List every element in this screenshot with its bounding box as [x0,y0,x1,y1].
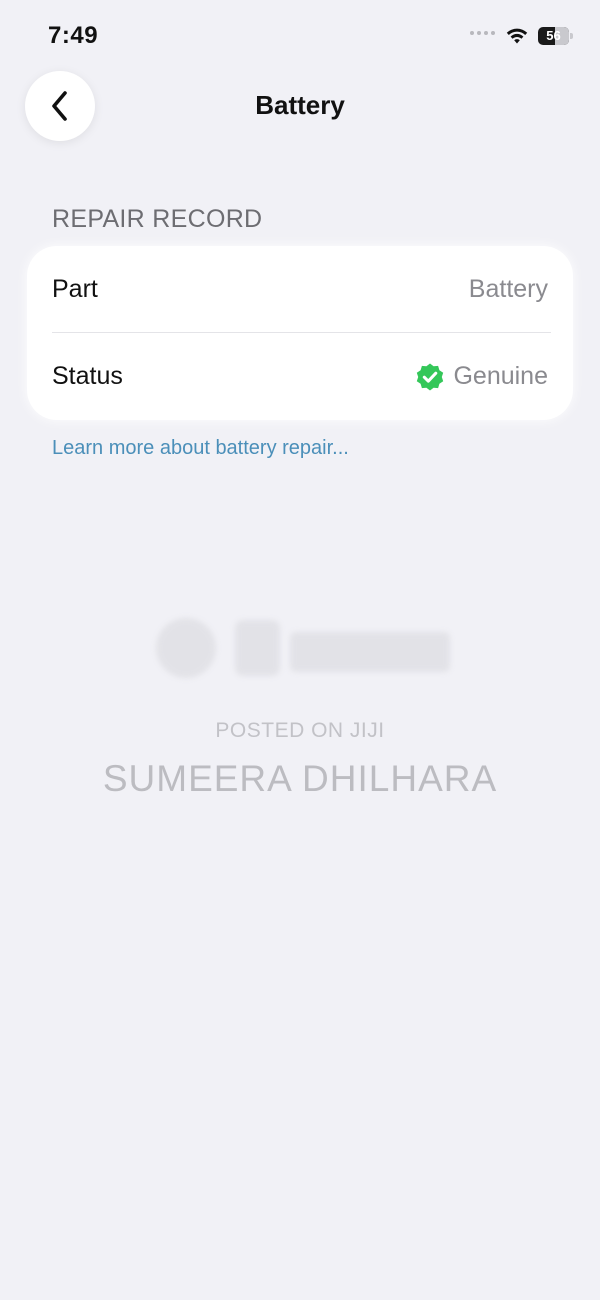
settings-screen: 7:49 56 Battery REPAIR RECORD Part Batte… [0,0,600,1300]
row-status: Status Genuine [52,333,548,420]
status-value: Genuine [453,362,548,390]
battery-icon: 56 [538,27,574,45]
row-value-status: Genuine [415,362,548,392]
status-bar: 7:49 56 [0,0,600,70]
row-part: Part Battery [52,246,548,333]
repair-record-card: Part Battery Status Genuine [27,246,573,420]
part-value: Battery [468,275,548,303]
learn-more-link[interactable]: Learn more about battery repair... [52,437,349,460]
battery-level: 56 [546,28,561,43]
section-header-repair-record: REPAIR RECORD [52,205,263,233]
watermark-name: SUMEERA DHILHARA [102,758,498,799]
wifi-icon [506,28,528,44]
signal-dots-icon [470,31,495,35]
status-time: 7:49 [48,22,99,49]
row-value-part: Battery [469,275,548,304]
row-label-part: Part [52,275,98,303]
page-title: Battery [255,90,345,120]
watermark-posted: POSTED ON JIJI [215,719,385,742]
row-label-status: Status [52,362,123,390]
watermark-logo [156,618,450,678]
verified-check-icon [417,363,444,390]
